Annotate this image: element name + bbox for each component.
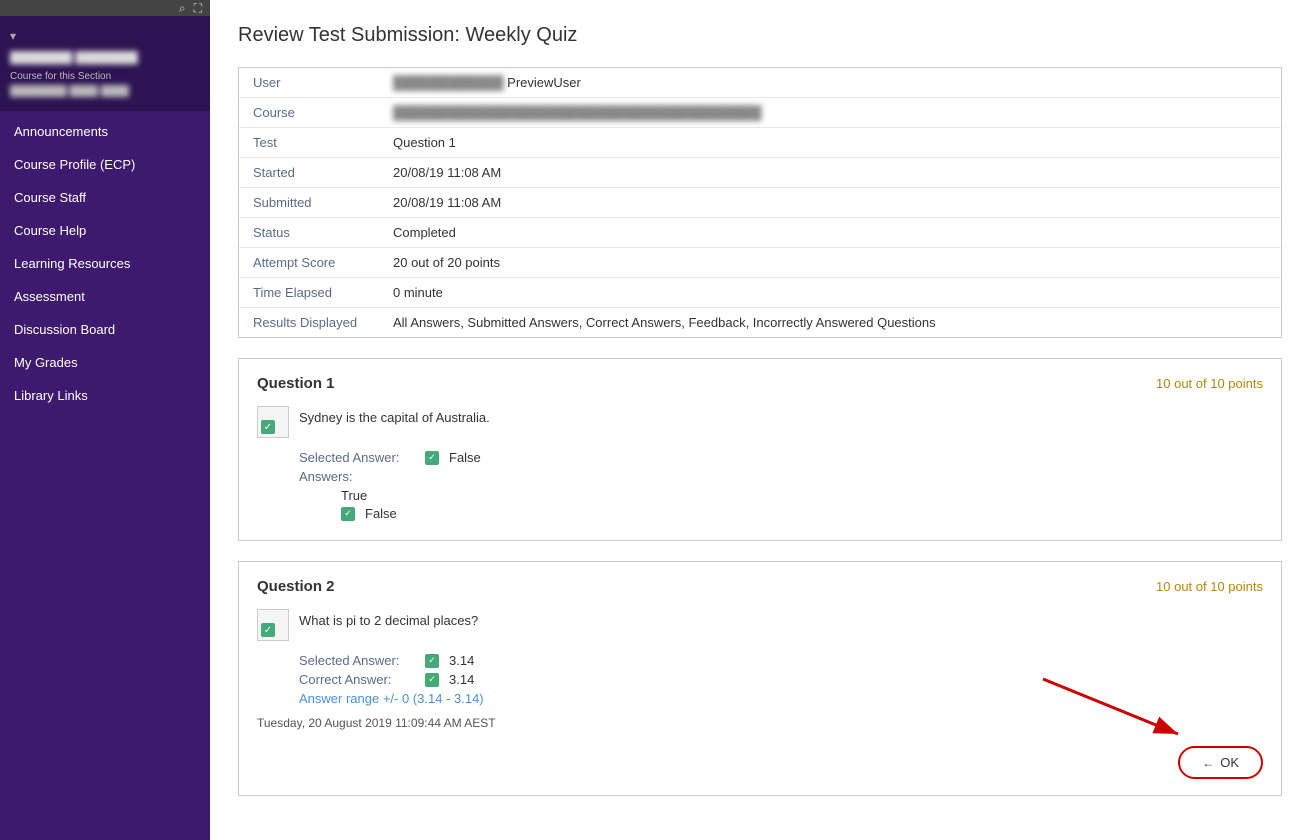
sidebar: ▾ ████████ ████████ Course for this Sect… bbox=[0, 16, 210, 840]
submission-info-box: User ████████████ PreviewUser Course ███… bbox=[238, 67, 1282, 338]
q2-range-row: Answer range +/- 0 (3.14 - 3.14) bbox=[299, 691, 1263, 706]
info-row-test: Test Question 1 bbox=[239, 128, 1281, 158]
question-1-icon: ✓ bbox=[257, 406, 289, 438]
info-value-submitted: 20/08/19 11:08 AM bbox=[379, 188, 1281, 218]
info-row-started: Started 20/08/19 11:08 AM bbox=[239, 158, 1281, 188]
question-1-text: Sydney is the capital of Australia. bbox=[299, 406, 490, 425]
q2-selected-value: 3.14 bbox=[449, 653, 474, 668]
info-value-time: 0 minute bbox=[379, 278, 1281, 308]
info-label-score: Attempt Score bbox=[239, 248, 379, 278]
search-icon[interactable]: ⌕ bbox=[179, 1, 186, 16]
ok-button[interactable]: ← OK bbox=[1178, 746, 1263, 779]
sidebar-item-learning-resources[interactable]: Learning Resources bbox=[0, 247, 210, 280]
sidebar-header: ▾ ████████ ████████ Course for this Sect… bbox=[0, 16, 210, 111]
info-value-score: 20 out of 20 points bbox=[379, 248, 1281, 278]
page-title: Review Test Submission: Weekly Quiz bbox=[238, 24, 1282, 47]
q1-answer-true-text: True bbox=[341, 488, 367, 503]
info-label-status: Status bbox=[239, 218, 379, 248]
info-row-submitted: Submitted 20/08/19 11:08 AM bbox=[239, 188, 1281, 218]
q1-answers-label-row: Answers: bbox=[299, 469, 1263, 484]
question-1-header: Question 1 10 out of 10 points bbox=[257, 375, 1263, 392]
info-label-course: Course bbox=[239, 98, 379, 128]
q2-correct-label: Correct Answer: bbox=[299, 672, 419, 687]
folder-icon[interactable]: ⛶ bbox=[194, 1, 202, 16]
main-content: Review Test Submission: Weekly Quiz User… bbox=[210, 0, 1310, 840]
ok-arrow-icon: ← bbox=[1202, 756, 1214, 770]
q2-selected-answer-row: Selected Answer: ✓ 3.14 bbox=[299, 653, 1263, 668]
ok-button-container: ← OK bbox=[257, 746, 1263, 779]
info-row-results: Results Displayed All Answers, Submitted… bbox=[239, 308, 1281, 338]
q1-selected-answer-row: Selected Answer: ✓ False bbox=[299, 450, 1263, 465]
sidebar-item-library-links[interactable]: Library Links bbox=[0, 379, 210, 412]
info-value-results: All Answers, Submitted Answers, Correct … bbox=[379, 308, 1281, 338]
sidebar-nav: Announcements Course Profile (ECP) Cours… bbox=[0, 115, 210, 412]
q2-correct-check-icon: ✓ bbox=[425, 673, 439, 687]
info-row-status: Status Completed bbox=[239, 218, 1281, 248]
info-value-course: ████████████████████████████████████████ bbox=[379, 98, 1281, 128]
question-2-points: 10 out of 10 points bbox=[1156, 579, 1263, 594]
question-2-body: ✓ What is pi to 2 decimal places? bbox=[257, 609, 1263, 641]
info-label-results: Results Displayed bbox=[239, 308, 379, 338]
question-1-title: Question 1 bbox=[257, 375, 335, 392]
question-2-header: Question 2 10 out of 10 points bbox=[257, 578, 1263, 595]
sidebar-item-announcements[interactable]: Announcements bbox=[0, 115, 210, 148]
course-title: ████████ ████████ bbox=[10, 51, 138, 66]
q1-selected-label: Selected Answer: bbox=[299, 450, 419, 465]
q1-answers-label: Answers: bbox=[299, 469, 419, 484]
info-row-user: User ████████████ PreviewUser bbox=[239, 68, 1281, 98]
sidebar-item-discussion-board[interactable]: Discussion Board bbox=[0, 313, 210, 346]
info-value-user: ████████████ PreviewUser bbox=[379, 68, 1281, 98]
question-2-text: What is pi to 2 decimal places? bbox=[299, 609, 478, 628]
q2-range-text: Answer range +/- 0 (3.14 - 3.14) bbox=[299, 691, 484, 706]
ok-button-label: OK bbox=[1220, 755, 1239, 770]
question-1-answers: Selected Answer: ✓ False Answers: True ✓… bbox=[299, 450, 1263, 521]
topbar: ⌕ ⛶ bbox=[0, 0, 210, 16]
question-2-title: Question 2 bbox=[257, 578, 335, 595]
q1-answers-list: True ✓ False bbox=[341, 488, 1263, 521]
question-1-check: ✓ bbox=[261, 420, 275, 434]
question-1-body: ✓ Sydney is the capital of Australia. bbox=[257, 406, 1263, 438]
info-label-time: Time Elapsed bbox=[239, 278, 379, 308]
info-value-status: Completed bbox=[379, 218, 1281, 248]
footer-timestamp: Tuesday, 20 August 2019 11:09:44 AM AEST bbox=[257, 716, 1263, 730]
q1-selected-check-icon: ✓ bbox=[425, 451, 439, 465]
info-row-score: Attempt Score 20 out of 20 points bbox=[239, 248, 1281, 278]
q1-answer-false-check-icon: ✓ bbox=[341, 507, 355, 521]
q2-correct-value: 3.14 bbox=[449, 672, 474, 687]
sidebar-item-course-staff[interactable]: Course Staff bbox=[0, 181, 210, 214]
sidebar-item-my-grades[interactable]: My Grades bbox=[0, 346, 210, 379]
question-1-section: Question 1 10 out of 10 points ✓ Sydney … bbox=[238, 358, 1282, 541]
course-subtitle: Course for this Section████████ ████ ███… bbox=[10, 69, 200, 99]
sidebar-item-course-profile[interactable]: Course Profile (ECP) bbox=[0, 148, 210, 181]
q1-answer-false: ✓ False bbox=[341, 506, 1263, 521]
info-label-submitted: Submitted bbox=[239, 188, 379, 218]
sidebar-item-assessment[interactable]: Assessment bbox=[0, 280, 210, 313]
question-2-icon: ✓ bbox=[257, 609, 289, 641]
info-row-course: Course █████████████████████████████████… bbox=[239, 98, 1281, 128]
info-label-started: Started bbox=[239, 158, 379, 188]
q2-selected-check-icon: ✓ bbox=[425, 654, 439, 668]
question-2-section: Question 2 10 out of 10 points ✓ What is… bbox=[238, 561, 1282, 796]
info-row-time: Time Elapsed 0 minute bbox=[239, 278, 1281, 308]
submission-table: User ████████████ PreviewUser Course ███… bbox=[239, 68, 1281, 337]
q2-correct-answer-row: Correct Answer: ✓ 3.14 bbox=[299, 672, 1263, 687]
info-label-test: Test bbox=[239, 128, 379, 158]
sidebar-item-course-help[interactable]: Course Help bbox=[0, 214, 210, 247]
q1-answer-true: True bbox=[341, 488, 1263, 503]
q2-selected-label: Selected Answer: bbox=[299, 653, 419, 668]
info-value-test: Question 1 bbox=[379, 128, 1281, 158]
question-2-answers: Selected Answer: ✓ 3.14 Correct Answer: … bbox=[299, 653, 1263, 706]
question-2-check: ✓ bbox=[261, 623, 275, 637]
question-1-points: 10 out of 10 points bbox=[1156, 376, 1263, 391]
info-label-user: User bbox=[239, 68, 379, 98]
q1-answer-false-text: False bbox=[365, 506, 397, 521]
q1-selected-value: False bbox=[449, 450, 481, 465]
info-value-started: 20/08/19 11:08 AM bbox=[379, 158, 1281, 188]
